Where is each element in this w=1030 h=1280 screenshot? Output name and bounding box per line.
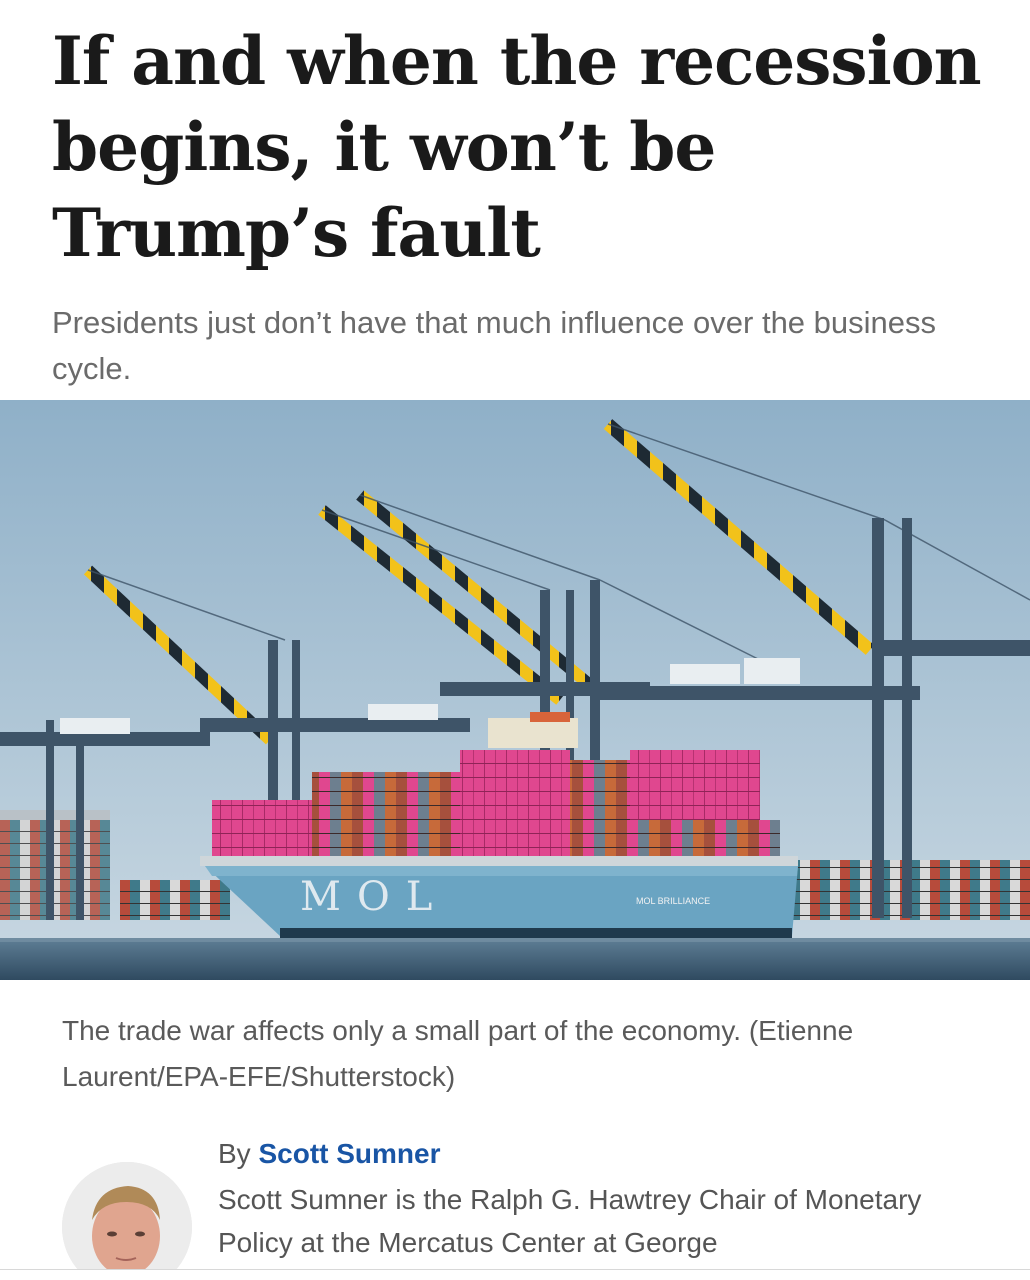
port-container-ship-illustration: MOL MOL BRILLIANCE <box>0 400 1030 980</box>
byline: By Scott Sumner <box>218 1134 441 1174</box>
article-photo[interactable]: MOL MOL BRILLIANCE <box>0 400 1030 980</box>
article-subheadline: Presidents just don’t have that much inf… <box>52 305 937 386</box>
photo-caption: The trade war affects only a small part … <box>62 1015 854 1092</box>
bottom-edge <box>0 1269 1030 1280</box>
author-bio: Scott Sumner is the Ralph G. Hawtrey Cha… <box>218 1184 922 1258</box>
stern-name-text: MOL BRILLIANCE <box>636 896 710 906</box>
article-headline: If and when the recession begins, it won… <box>52 22 982 272</box>
author-avatar[interactable] <box>62 1162 192 1280</box>
author-portrait <box>62 1162 192 1280</box>
author-link[interactable]: Scott Sumner <box>258 1138 440 1169</box>
article-page: If and when the recession begins, it won… <box>0 0 1030 1280</box>
byline-prefix: By <box>218 1138 251 1169</box>
hull-name-text: MOL <box>300 874 448 920</box>
